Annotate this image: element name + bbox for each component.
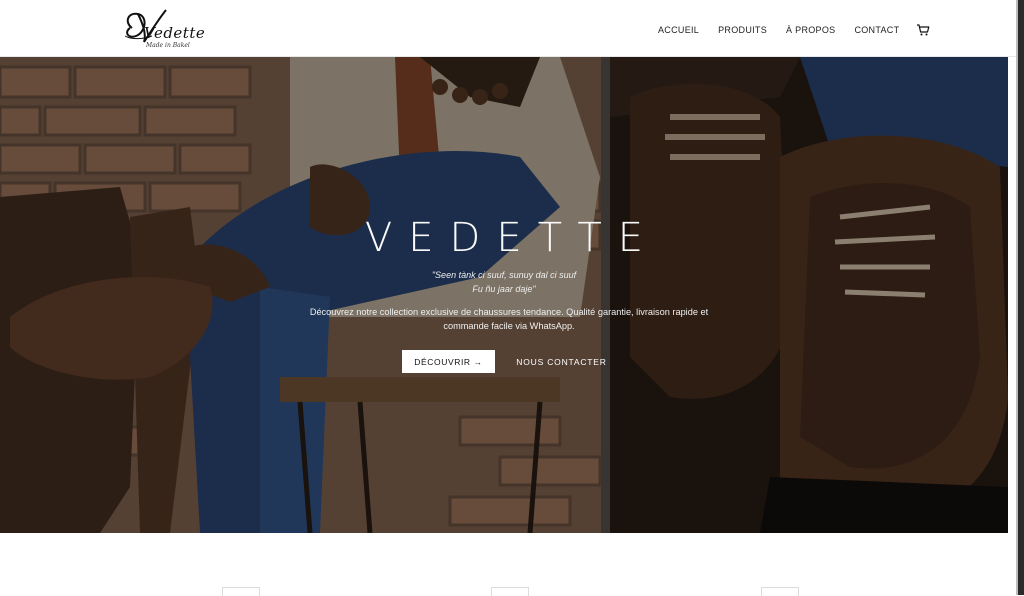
nav-item-contact[interactable]: CONTACT bbox=[854, 25, 899, 35]
hero-quote-line-2: Fu ñu jaar daje" bbox=[472, 284, 536, 294]
hero-section: VEDETTE "Seen tànk ci suuf, sunuy dal ci… bbox=[0, 57, 1008, 533]
main-nav: ACCUEIL PRODUITS À PROPOS CONTACT bbox=[658, 23, 930, 37]
scrollbar[interactable] bbox=[1018, 0, 1024, 595]
hero-title: VEDETTE bbox=[364, 215, 660, 261]
contact-us-button[interactable]: NOUS CONTACTER bbox=[510, 350, 613, 373]
discover-button[interactable]: DÉCOUVRIR → bbox=[402, 350, 495, 373]
hero-quote: "Seen tànk ci suuf, sunuy dal ci suuf Fu… bbox=[0, 268, 1008, 296]
hero-content: VEDETTE "Seen tànk ci suuf, sunuy dal ci… bbox=[0, 57, 1008, 533]
brand-tagline: Made in Bakel bbox=[146, 42, 190, 49]
hero-description: Découvrez notre collection exclusive de … bbox=[309, 307, 709, 331]
brand-logo[interactable]: Vedette Made in Bakel bbox=[122, 6, 212, 52]
nav-item-produits[interactable]: PRODUITS bbox=[718, 25, 767, 35]
brand-name: Vedette bbox=[144, 24, 206, 42]
site-header: Vedette Made in Bakel ACCUEIL PRODUITS À… bbox=[0, 0, 1018, 57]
nav-item-a-propos[interactable]: À PROPOS bbox=[786, 25, 835, 35]
cart-icon[interactable] bbox=[916, 23, 930, 37]
nav-item-accueil[interactable]: ACCUEIL bbox=[658, 25, 699, 35]
hero-quote-line-1: "Seen tànk ci suuf, sunuy dal ci suuf bbox=[431, 270, 577, 280]
